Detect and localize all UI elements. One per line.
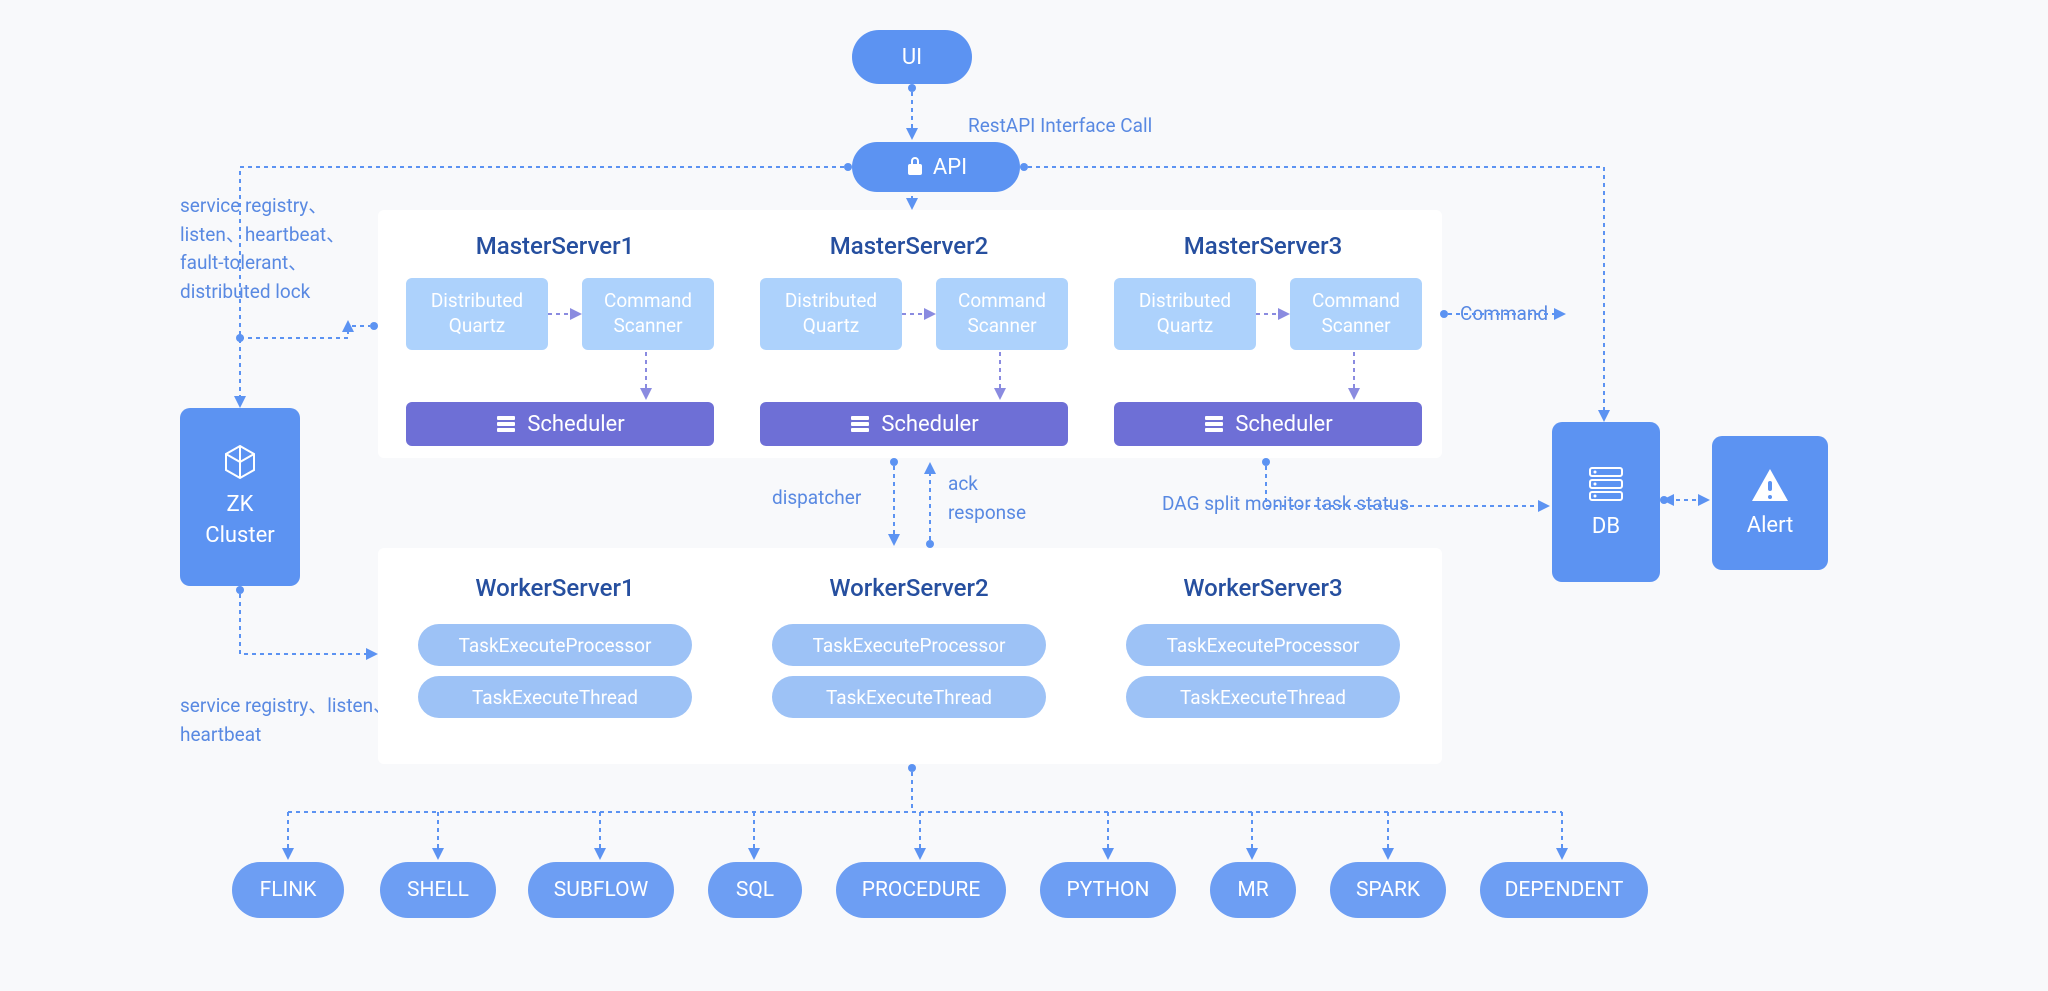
task-SHELL: SHELL: [380, 862, 496, 918]
zk-cluster-node: ZK Cluster: [180, 408, 300, 586]
api-label: API: [933, 155, 967, 180]
master-2-cs: CommandScanner: [936, 278, 1068, 350]
zk-l1: ZK: [227, 492, 254, 517]
task-PYTHON: PYTHON: [1040, 862, 1176, 918]
worker-2-title: WorkerServer2: [732, 574, 1086, 602]
master-3-scheduler: Scheduler: [1114, 402, 1422, 446]
master-3-cs: CommandScanner: [1290, 278, 1422, 350]
master-2-title: MasterServer2: [732, 232, 1086, 260]
ack-label: ack response: [948, 470, 1048, 527]
worker-1-title: WorkerServer1: [378, 574, 732, 602]
task-MR: MR: [1210, 862, 1296, 918]
task-FLINK: FLINK: [232, 862, 344, 918]
master-1-cs: CommandScanner: [582, 278, 714, 350]
master-2-scheduler: Scheduler: [760, 402, 1068, 446]
zk-l2: Cluster: [205, 523, 274, 548]
restapi-label: RestAPI Interface Call: [968, 112, 1152, 141]
alert-node: Alert: [1712, 436, 1828, 570]
task-SQL: SQL: [708, 862, 802, 918]
api-icon: [905, 155, 925, 179]
task-DEPENDENT: DEPENDENT: [1480, 862, 1648, 918]
worker-2-proc: TaskExecuteProcessor: [772, 624, 1046, 666]
master-3: MasterServer3 DistributedQuartz CommandS…: [1086, 210, 1440, 458]
alert-icon: [1748, 465, 1792, 505]
alert-label: Alert: [1747, 511, 1794, 542]
ui-node: UI: [852, 30, 972, 84]
master-1: MasterServer1 DistributedQuartz CommandS…: [378, 210, 732, 458]
worker-3-proc: TaskExecuteProcessor: [1126, 624, 1400, 666]
cube-icon: [220, 442, 260, 482]
api-node: API: [852, 142, 1020, 192]
db-node: DB: [1552, 422, 1660, 582]
master-1-scheduler: Scheduler: [406, 402, 714, 446]
zk-note-top: service registry、listen、heartbeat、fault-…: [180, 192, 360, 306]
worker-2-thread: TaskExecuteThread: [772, 676, 1046, 718]
stack-icon: [849, 414, 871, 434]
worker-1-thread: TaskExecuteThread: [418, 676, 692, 718]
master-2-dq: DistributedQuartz: [760, 278, 902, 350]
command-label: Command: [1460, 300, 1548, 329]
db-label: DB: [1592, 512, 1620, 543]
master-2: MasterServer2 DistributedQuartz CommandS…: [732, 210, 1086, 458]
master-3-title: MasterServer3: [1086, 232, 1440, 260]
worker-3-title: WorkerServer3: [1086, 574, 1440, 602]
dag-label: DAG split monitor task status: [1162, 490, 1409, 519]
master-3-dq: DistributedQuartz: [1114, 278, 1256, 350]
task-PROCEDURE: PROCEDURE: [836, 862, 1006, 918]
worker-1-proc: TaskExecuteProcessor: [418, 624, 692, 666]
task-SUBFLOW: SUBFLOW: [528, 862, 674, 918]
zk-note-bottom: service registry、listen、heartbeat: [180, 692, 400, 749]
master-1-title: MasterServer1: [378, 232, 732, 260]
task-SPARK: SPARK: [1330, 862, 1446, 918]
stack-icon: [495, 414, 517, 434]
stack-icon: [1203, 414, 1225, 434]
dispatcher-label: dispatcher: [772, 484, 861, 513]
master-1-dq: DistributedQuartz: [406, 278, 548, 350]
worker-3-thread: TaskExecuteThread: [1126, 676, 1400, 718]
db-icon: [1584, 462, 1628, 506]
